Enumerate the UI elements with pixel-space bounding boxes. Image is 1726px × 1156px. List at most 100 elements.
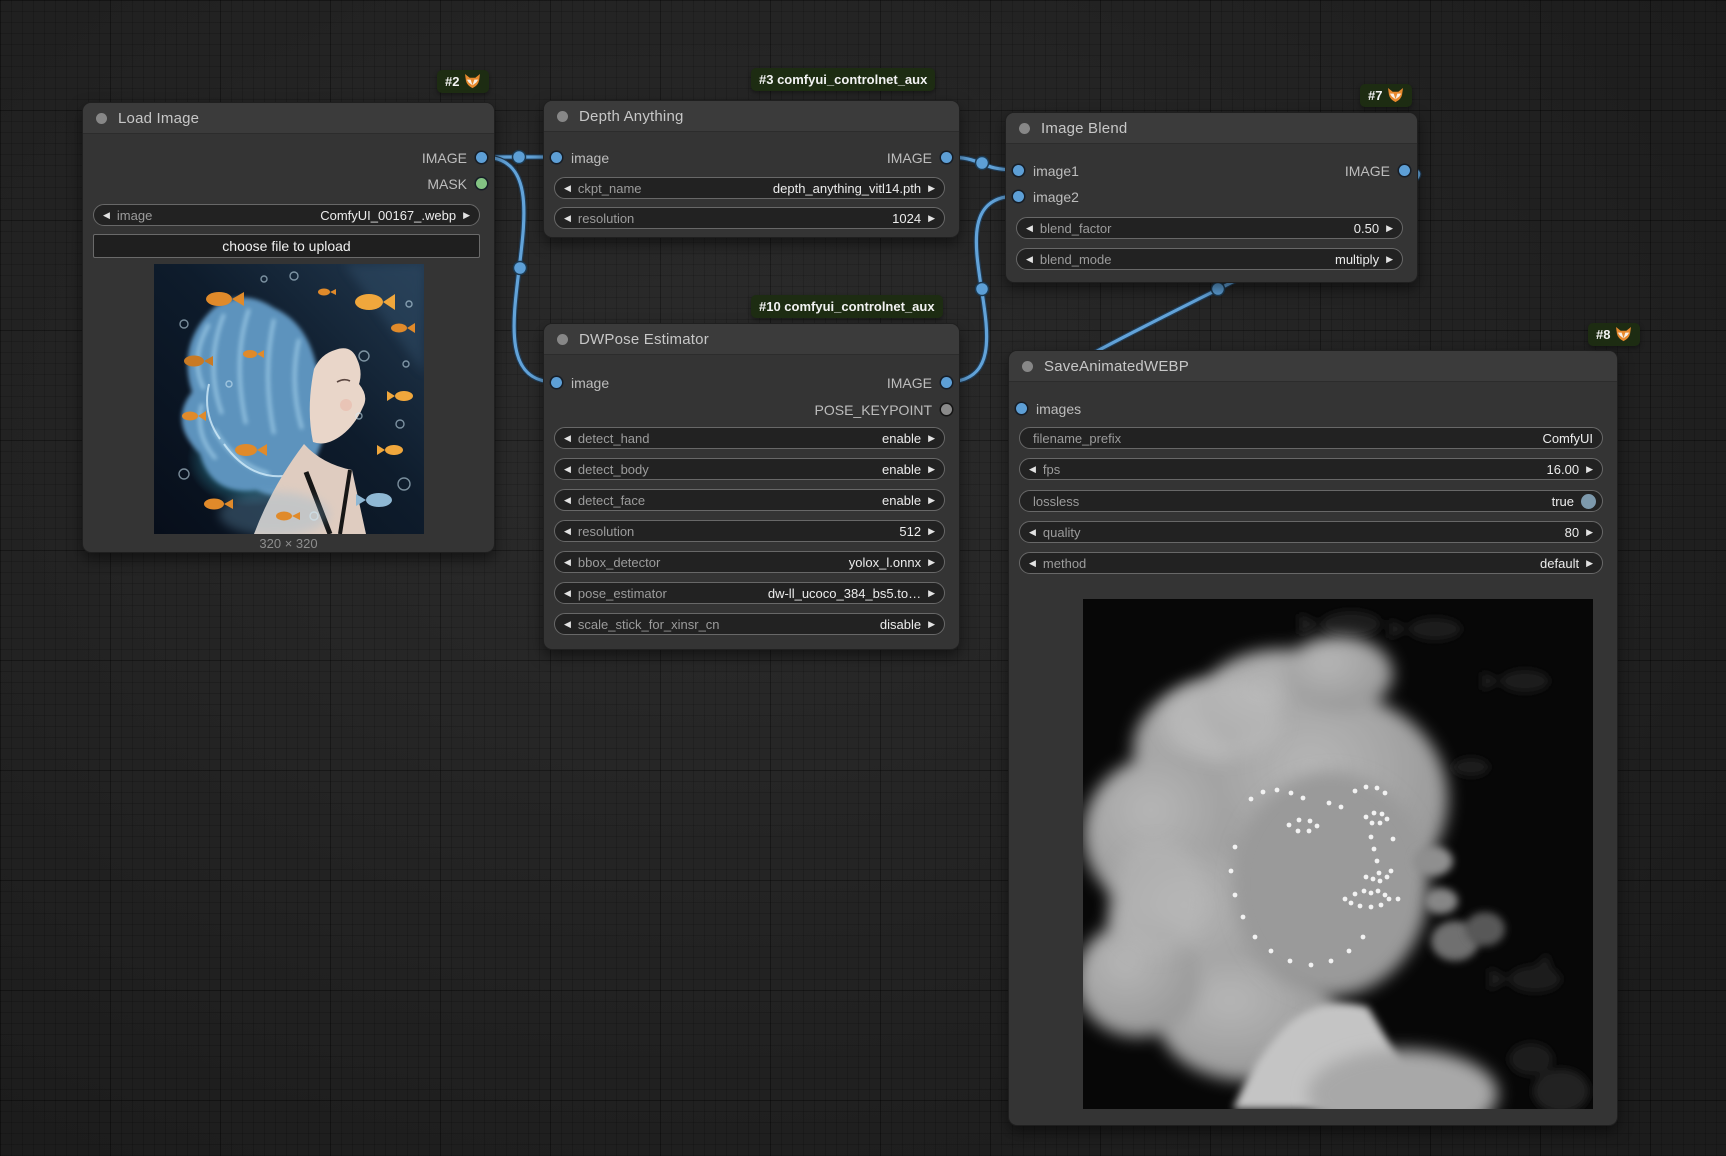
- decrement-arrow-icon[interactable]: ◀: [564, 620, 571, 629]
- output-slot-image[interactable]: [1399, 165, 1410, 176]
- output-slot-image[interactable]: [941, 377, 952, 388]
- widget-bbox-detector[interactable]: ◀ bbox_detector yolox_l.onnx ▶: [554, 551, 945, 573]
- decrement-arrow-icon[interactable]: ◀: [564, 184, 571, 193]
- output-slot-pose-keypoint[interactable]: [941, 404, 952, 415]
- decrement-arrow-icon[interactable]: ◀: [103, 211, 110, 220]
- decrement-arrow-icon[interactable]: ◀: [564, 434, 571, 443]
- widget-pose-estimator[interactable]: ◀ pose_estimator dw-ll_ucoco_384_bs5.to……: [554, 582, 945, 604]
- input-slot-image[interactable]: [551, 377, 562, 388]
- increment-arrow-icon[interactable]: ▶: [1386, 224, 1393, 233]
- node-badge: #3 comfyui_controlnet_aux: [751, 68, 935, 91]
- node-title: Image Blend: [1041, 120, 1127, 137]
- widget-label: resolution: [578, 211, 634, 226]
- node-title-bar[interactable]: Depth Anything: [544, 101, 959, 132]
- output-slot-image[interactable]: [476, 152, 487, 163]
- decrement-arrow-icon[interactable]: ◀: [564, 558, 571, 567]
- decrement-arrow-icon[interactable]: ◀: [564, 589, 571, 598]
- widget-ckpt-name[interactable]: ◀ ckpt_name depth_anything_vitl14.pth ▶: [554, 177, 945, 199]
- increment-arrow-icon[interactable]: ▶: [928, 527, 935, 536]
- widget-value: 512: [899, 524, 921, 539]
- increment-arrow-icon[interactable]: ▶: [928, 465, 935, 474]
- increment-arrow-icon[interactable]: ▶: [928, 589, 935, 598]
- decrement-arrow-icon[interactable]: ◀: [564, 465, 571, 474]
- slot-row: image2: [1006, 186, 1417, 208]
- node-dwpose-estimator[interactable]: DWPose Estimator image IMAGE POSE_KEYPOI…: [543, 323, 960, 650]
- input-slot-images[interactable]: [1016, 403, 1027, 414]
- node-badge: #2: [437, 70, 489, 93]
- increment-arrow-icon[interactable]: ▶: [928, 434, 935, 443]
- output-slot-image[interactable]: [941, 152, 952, 163]
- comfyui-workflow-canvas[interactable]: { "theme": { "canvas_bg": "#242424", "no…: [0, 0, 1726, 1156]
- node-title-bar[interactable]: DWPose Estimator: [544, 324, 959, 355]
- decrement-arrow-icon[interactable]: ◀: [1029, 528, 1036, 537]
- node-depth-anything[interactable]: Depth Anything image IMAGE ◀ ckpt_name d…: [543, 100, 960, 238]
- decrement-arrow-icon[interactable]: ◀: [564, 527, 571, 536]
- load-image-preview: [154, 264, 424, 534]
- toggle-knob[interactable]: [1581, 494, 1596, 509]
- link-midpoint-dot[interactable]: [976, 283, 989, 296]
- node-status-dot[interactable]: [1019, 123, 1030, 134]
- widget-lossless[interactable]: lossless true: [1019, 490, 1603, 512]
- node-save-animated-webp[interactable]: SaveAnimatedWEBP images filename_prefix …: [1008, 350, 1618, 1126]
- increment-arrow-icon[interactable]: ▶: [928, 214, 935, 223]
- decrement-arrow-icon[interactable]: ◀: [564, 214, 571, 223]
- widget-detect-body[interactable]: ◀ detect_body enable ▶: [554, 458, 945, 480]
- widget-method[interactable]: ◀ method default ▶: [1019, 552, 1603, 574]
- input-slot-image2[interactable]: [1013, 191, 1024, 202]
- slot-row: image IMAGE: [544, 147, 959, 169]
- increment-arrow-icon[interactable]: ▶: [928, 558, 935, 567]
- decrement-arrow-icon[interactable]: ◀: [564, 496, 571, 505]
- decrement-arrow-icon[interactable]: ◀: [1029, 559, 1036, 568]
- decrement-arrow-icon[interactable]: ◀: [1026, 255, 1033, 264]
- node-title-bar[interactable]: Load Image: [83, 103, 494, 134]
- link-midpoint-dot[interactable]: [976, 157, 989, 170]
- node-title: SaveAnimatedWEBP: [1044, 358, 1189, 375]
- node-image-blend[interactable]: Image Blend image1 IMAGE image2 ◀ blend_…: [1005, 112, 1418, 283]
- widget-blend-mode[interactable]: ◀ blend_mode multiply ▶: [1016, 248, 1403, 270]
- widget-blend-factor[interactable]: ◀ blend_factor 0.50 ▶: [1016, 217, 1403, 239]
- node-load-image[interactable]: Load Image IMAGE MASK ◀ image ComfyUI_00…: [82, 102, 495, 553]
- link-midpoint-dot[interactable]: [514, 262, 527, 275]
- link-midpoint-dot[interactable]: [513, 151, 526, 164]
- widget-image[interactable]: ◀ image ComfyUI_00167_.webp ▶: [93, 204, 480, 226]
- increment-arrow-icon[interactable]: ▶: [1586, 528, 1593, 537]
- increment-arrow-icon[interactable]: ▶: [928, 620, 935, 629]
- input-label: image: [571, 150, 609, 166]
- widget-value: 1024: [892, 211, 921, 226]
- depth-map-preview: [1083, 599, 1593, 1109]
- widget-detect-hand[interactable]: ◀ detect_hand enable ▶: [554, 427, 945, 449]
- widget-value: yolox_l.onnx: [849, 555, 921, 570]
- choose-file-button[interactable]: choose file to upload: [93, 234, 480, 258]
- output-row: MASK: [83, 173, 494, 195]
- widget-label: method: [1043, 556, 1086, 571]
- node-title-bar[interactable]: SaveAnimatedWEBP: [1009, 351, 1617, 382]
- increment-arrow-icon[interactable]: ▶: [1586, 465, 1593, 474]
- increment-arrow-icon[interactable]: ▶: [928, 184, 935, 193]
- increment-arrow-icon[interactable]: ▶: [928, 496, 935, 505]
- decrement-arrow-icon[interactable]: ◀: [1029, 465, 1036, 474]
- node-title-bar[interactable]: Image Blend: [1006, 113, 1417, 144]
- widget-scale-stick[interactable]: ◀ scale_stick_for_xinsr_cn disable ▶: [554, 613, 945, 635]
- widget-fps[interactable]: ◀ fps 16.00 ▶: [1019, 458, 1603, 480]
- increment-arrow-icon[interactable]: ▶: [1586, 559, 1593, 568]
- widget-resolution[interactable]: ◀ resolution 1024 ▶: [554, 207, 945, 229]
- increment-arrow-icon[interactable]: ▶: [463, 211, 470, 220]
- increment-arrow-icon[interactable]: ▶: [1386, 255, 1393, 264]
- node-badge: #7: [1360, 84, 1412, 107]
- input-label: image2: [1033, 189, 1079, 205]
- widget-filename-prefix[interactable]: filename_prefix ComfyUI: [1019, 427, 1603, 449]
- input-slot-image1[interactable]: [1013, 165, 1024, 176]
- link-midpoint-dot[interactable]: [1212, 283, 1225, 296]
- widget-resolution[interactable]: ◀ resolution 512 ▶: [554, 520, 945, 542]
- node-status-dot[interactable]: [1022, 361, 1033, 372]
- output-slot-mask[interactable]: [476, 178, 487, 189]
- node-status-dot[interactable]: [557, 111, 568, 122]
- node-status-dot[interactable]: [96, 113, 107, 124]
- output-label: IMAGE: [1345, 163, 1390, 179]
- output-label: IMAGE: [887, 150, 932, 166]
- input-slot-image[interactable]: [551, 152, 562, 163]
- widget-detect-face[interactable]: ◀ detect_face enable ▶: [554, 489, 945, 511]
- widget-quality[interactable]: ◀ quality 80 ▶: [1019, 521, 1603, 543]
- decrement-arrow-icon[interactable]: ◀: [1026, 224, 1033, 233]
- node-status-dot[interactable]: [557, 334, 568, 345]
